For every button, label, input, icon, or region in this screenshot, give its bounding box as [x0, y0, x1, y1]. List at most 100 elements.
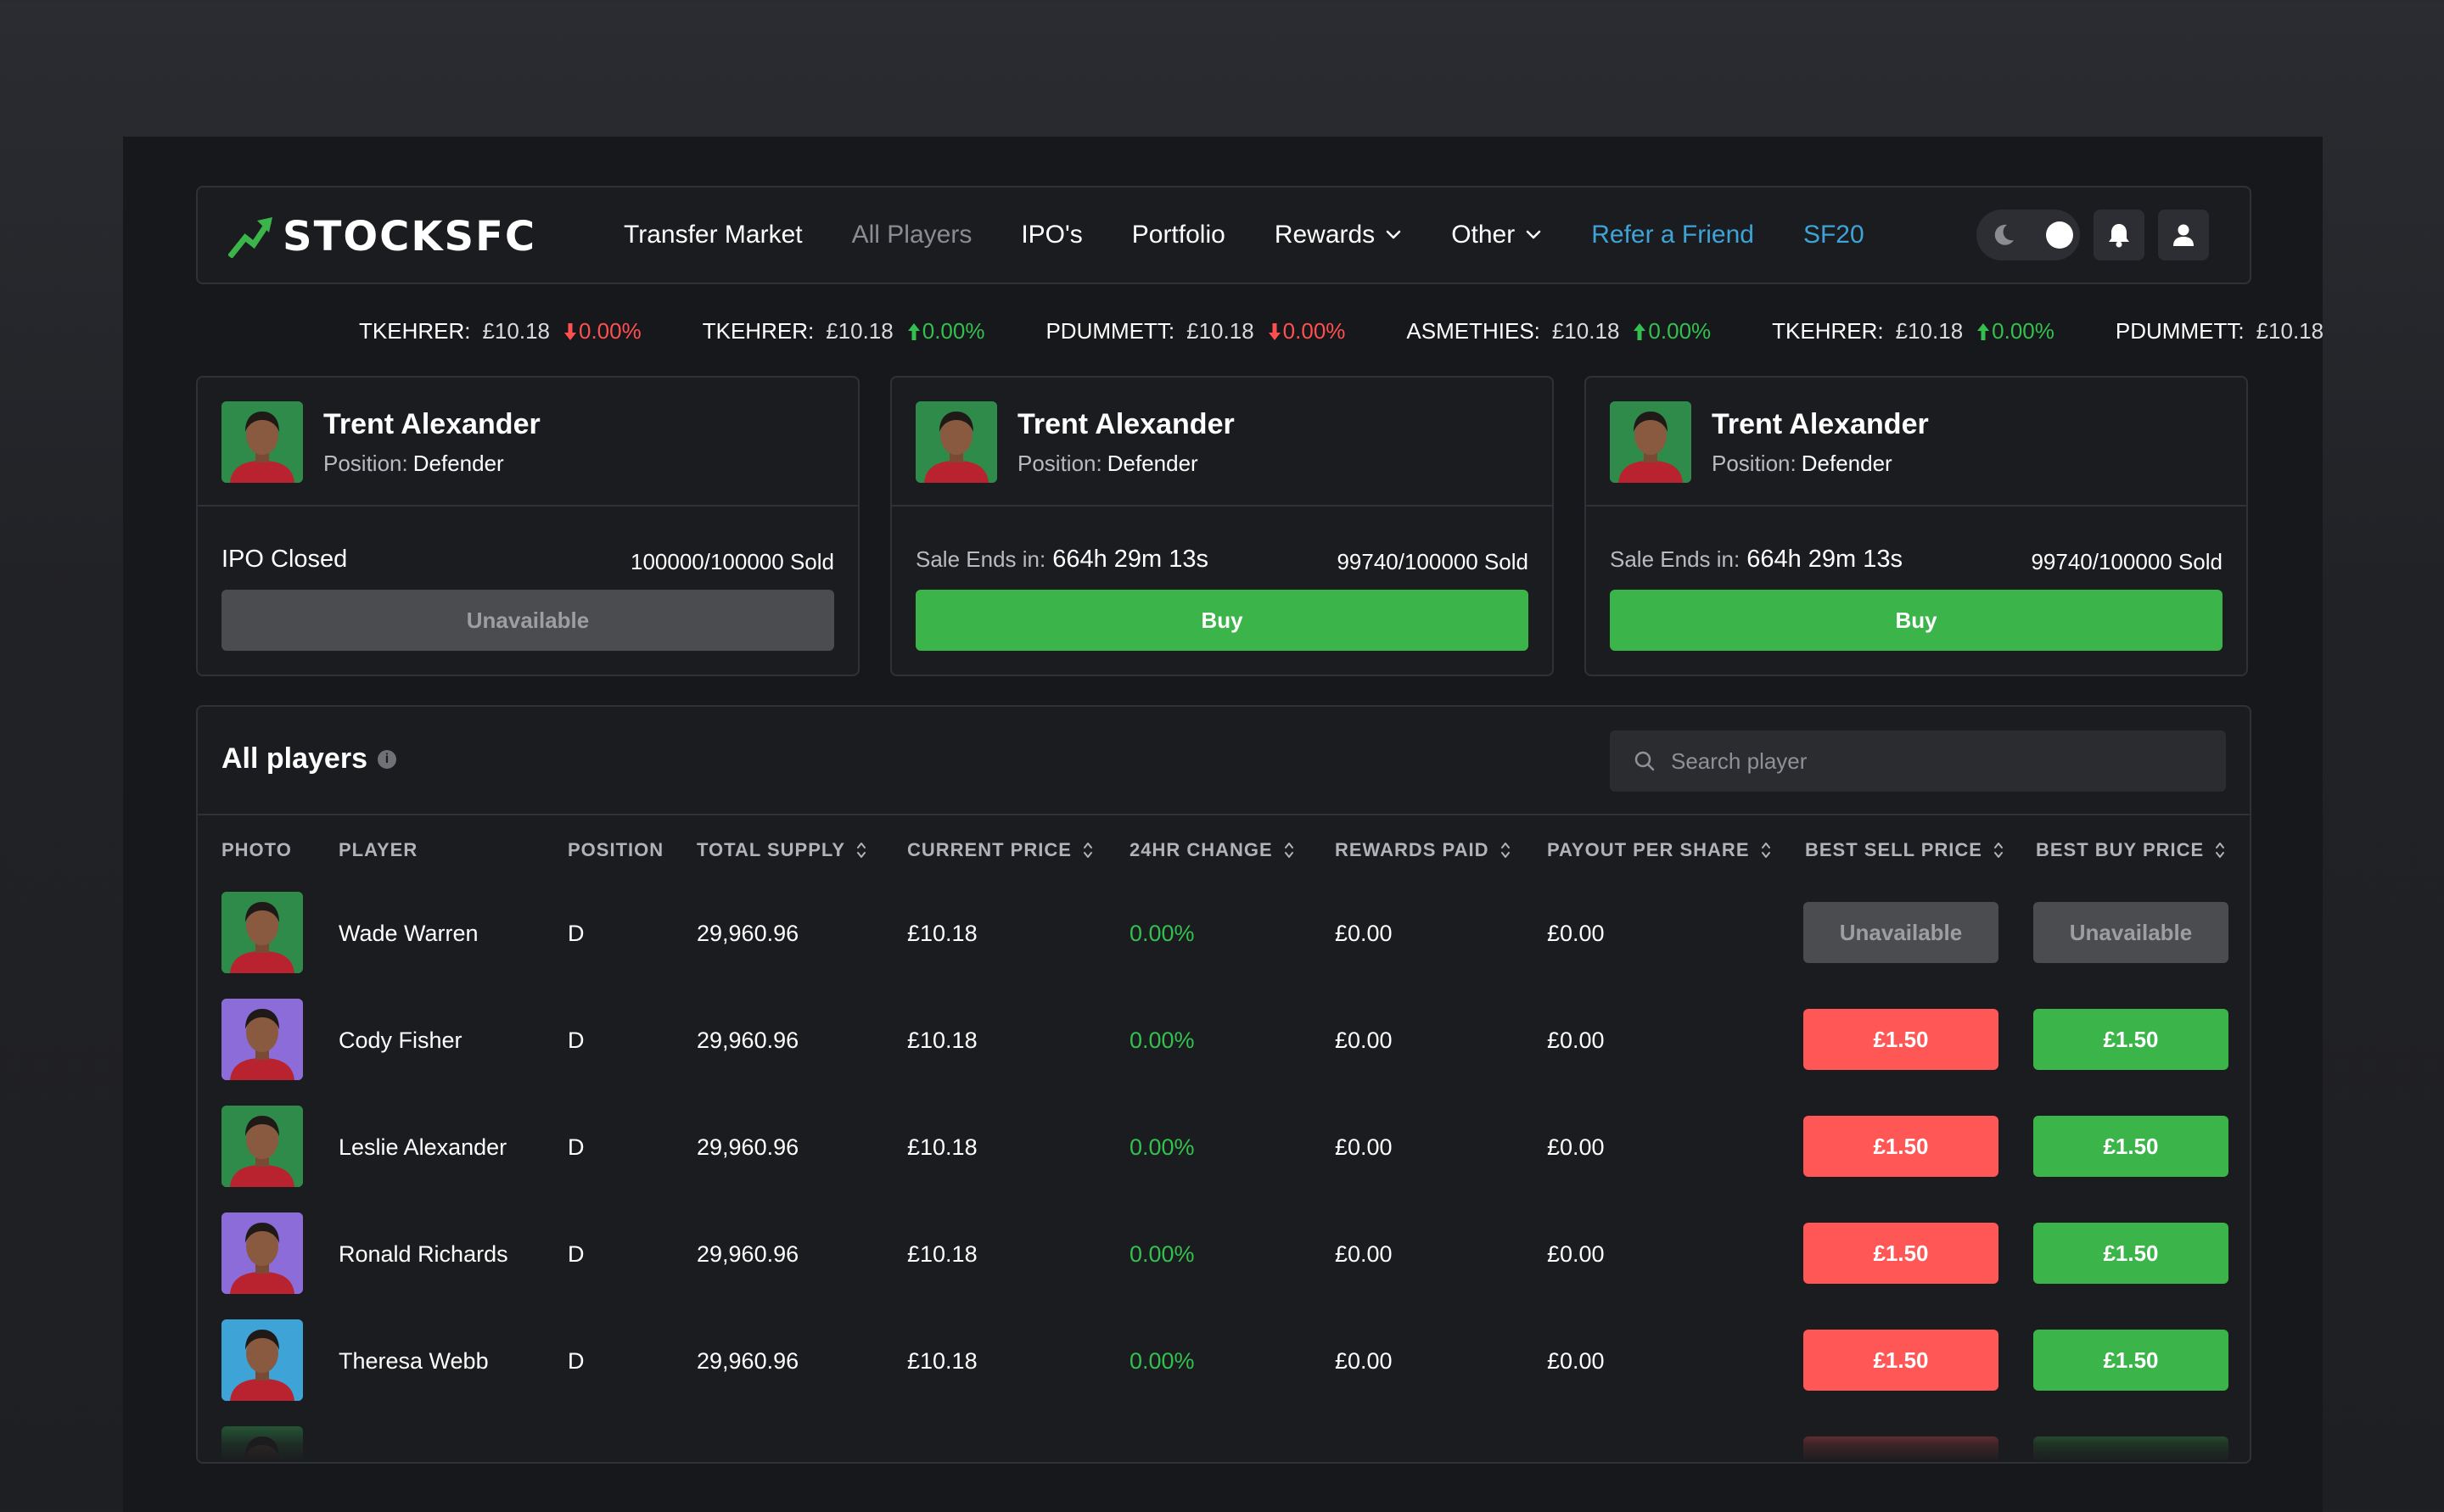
column-header-current-price[interactable]: CURRENT PRICE — [907, 839, 1094, 861]
player-name[interactable]: Theresa Webb — [339, 1348, 489, 1375]
price-ticker: TKEHRER: £10.18 0.00% TKEHRER: £10.18 0.00% PD… — [123, 318, 2323, 362]
table-row[interactable]: Leslie Alexander D 29,960.96 £10.18 0.00% £0.… — [198, 1106, 2250, 1212]
player-photo-icon — [221, 1319, 303, 1401]
column-header-position: POSITION — [568, 839, 664, 861]
player-name[interactable]: Cody Fisher — [339, 1028, 462, 1054]
avatar — [221, 999, 303, 1080]
buy-button[interactable]: Buy — [916, 590, 1528, 651]
player-photo-icon — [1610, 401, 1691, 483]
column-header-rewards-paid[interactable]: REWARDS PAID — [1335, 839, 1511, 861]
nav-item-ipo-s[interactable]: IPO's — [1021, 221, 1082, 249]
user-icon — [2173, 224, 2194, 246]
best-buy-button[interactable]: £1.50 — [2033, 1009, 2228, 1070]
player-name[interactable]: Trent Alexander — [323, 408, 541, 441]
sort-icon[interactable] — [2214, 841, 2226, 860]
ticker-change-value: 0.00% — [1648, 318, 1712, 344]
column-header-best-sell-price[interactable]: BEST SELL PRICE — [1805, 839, 2004, 861]
player-name[interactable]: Trent Alexander — [1712, 408, 1929, 441]
sort-icon[interactable] — [1993, 841, 2004, 860]
column-header-payout-per-share[interactable]: PAYOUT PER SHARE — [1547, 839, 1772, 861]
change-24h: 0.00% — [1130, 1348, 1195, 1374]
arrow-down-icon — [1268, 322, 1281, 340]
table-row[interactable]: Wade Warren D 29,960.96 £10.18 0.00% £0.00 £0.… — [198, 892, 2250, 999]
current-price: £10.18 — [907, 1134, 978, 1160]
nav-item-label: IPO's — [1021, 221, 1083, 249]
column-header-label: CURRENT PRICE — [907, 839, 1072, 860]
sale-ends-label: Sale Ends in: — [916, 546, 1046, 572]
column-header-total-supply[interactable]: TOTAL SUPPLY — [697, 839, 867, 861]
notifications-button[interactable] — [2094, 210, 2144, 260]
sell-unavailable-button[interactable]: Unavailable — [1803, 902, 1998, 963]
best-sell-button[interactable]: £1.50 — [1803, 1330, 1998, 1391]
toggle-knob — [2046, 221, 2073, 249]
rewards-paid: £0.00 — [1335, 1028, 1393, 1053]
all-players-panel: All players i PHOTO PLAYER POSITION TOTAL S… — [196, 705, 2251, 1464]
total-supply: 29,960.96 — [697, 1241, 799, 1267]
ticker-change: 0.00% — [563, 318, 642, 344]
sort-icon[interactable] — [1082, 841, 1094, 860]
column-header-label: POSITION — [568, 839, 664, 860]
nav-item-sf20[interactable]: SF20 — [1803, 221, 1864, 249]
player-name[interactable]: Leslie Alexander — [339, 1134, 507, 1161]
column-header-24hr-change[interactable]: 24HR CHANGE — [1130, 839, 1295, 861]
all-players-title: All players — [221, 742, 367, 775]
best-buy-button[interactable]: £1.50 — [2033, 1330, 2228, 1391]
change-24h: 0.00% — [1130, 1134, 1195, 1160]
best-sell-button[interactable]: £1.50 — [1803, 1009, 1998, 1070]
ipo-card-header: Trent Alexander Position: Defender — [1586, 378, 2246, 507]
table-row[interactable]: Ronald Richards D 29,960.96 £10.18 0.00% £0.0… — [198, 1212, 2250, 1319]
current-price: £10.18 — [907, 921, 978, 946]
search-icon — [1634, 751, 1655, 771]
arrow-up-icon — [907, 322, 920, 340]
player-position: Position: Defender — [1017, 451, 1198, 477]
profile-button[interactable] — [2158, 210, 2209, 260]
player-name[interactable]: Ronald Richards — [339, 1241, 508, 1268]
total-supply: 29,960.96 — [697, 1348, 799, 1374]
unavailable-button[interactable]: Unavailable — [221, 590, 834, 651]
ticker-change: 0.00% — [1976, 318, 2054, 344]
buy-button[interactable]: Buy — [1610, 590, 2223, 651]
chevron-down-icon — [1526, 230, 1541, 239]
brand-logo[interactable]: STOCKSFC — [228, 213, 536, 260]
player-position: Position: Defender — [1712, 451, 1892, 477]
best-buy-button[interactable]: £1.50 — [2033, 1116, 2228, 1177]
player-name[interactable]: Trent Alexander — [1017, 408, 1235, 441]
column-header-label: PHOTO — [221, 839, 292, 860]
ticker-item: TKEHRER: £10.18 0.00% — [1772, 318, 2054, 344]
best-buy-button[interactable]: £1.50 — [2033, 1223, 2228, 1284]
position-value: Defender — [1107, 451, 1198, 476]
current-price: £10.18 — [907, 1241, 978, 1267]
avatar — [221, 1106, 303, 1187]
position-label: Position: — [1712, 451, 1797, 476]
nav-item-label: Refer a Friend — [1591, 221, 1754, 249]
nav-item-refer-a-friend[interactable]: Refer a Friend — [1591, 221, 1754, 249]
ipo-status-value: 664h 29m 13s — [1746, 546, 1903, 573]
brand-name: STOCKSFC — [283, 213, 537, 260]
avatar — [221, 892, 303, 973]
theme-toggle[interactable] — [1976, 210, 2080, 260]
nav-item-portfolio[interactable]: Portfolio — [1132, 221, 1225, 249]
nav-item-all-players[interactable]: All Players — [852, 221, 973, 249]
column-header-best-buy-price[interactable]: BEST BUY PRICE — [2036, 839, 2226, 861]
nav-item-transfer-market[interactable]: Transfer Market — [624, 221, 803, 249]
buy-unavailable-button[interactable]: Unavailable — [2033, 902, 2228, 963]
table-row[interactable]: Cody Fisher D 29,960.96 £10.18 0.00% £0.00 £0.… — [198, 999, 2250, 1106]
column-header-photo: PHOTO — [221, 839, 292, 861]
search-box — [1610, 731, 2226, 792]
player-name[interactable]: Wade Warren — [339, 921, 479, 947]
sort-icon[interactable] — [855, 841, 867, 860]
ipo-status: IPO Closed — [221, 546, 347, 574]
sort-icon[interactable] — [1760, 841, 1772, 860]
nav-item-other[interactable]: Other — [1451, 221, 1542, 249]
trend-up-logo-icon — [228, 217, 272, 258]
nav-item-rewards[interactable]: Rewards — [1275, 221, 1402, 249]
best-sell-button[interactable]: £1.50 — [1803, 1223, 1998, 1284]
sort-icon[interactable] — [1499, 841, 1511, 860]
sort-icon[interactable] — [1283, 841, 1295, 860]
column-header-label: REWARDS PAID — [1335, 839, 1489, 860]
column-header-label: 24HR CHANGE — [1130, 839, 1273, 860]
position-label: Position: — [323, 451, 408, 476]
best-sell-button[interactable]: £1.50 — [1803, 1116, 1998, 1177]
search-player-input[interactable] — [1671, 748, 2180, 775]
info-icon[interactable]: i — [377, 749, 396, 769]
